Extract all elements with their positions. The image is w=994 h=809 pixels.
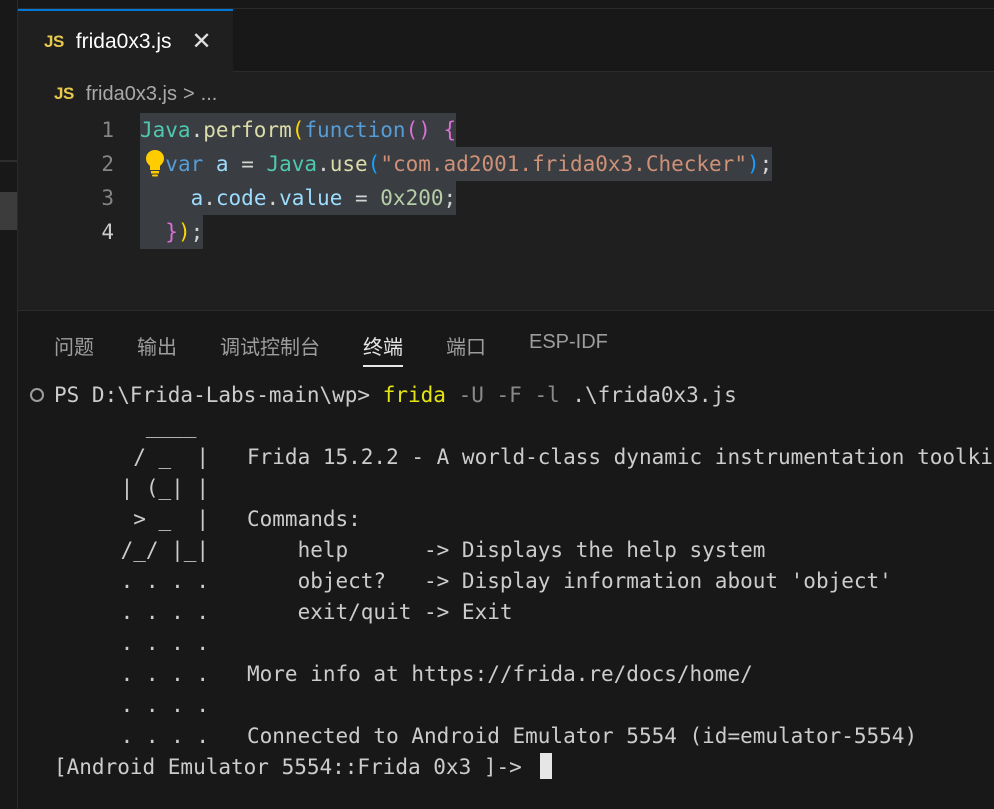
tab-bar-top: [18, 0, 994, 9]
terminal-repl-line[interactable]: [Android Emulator 5554::Frida 0x3 ]->: [54, 752, 553, 783]
breadcrumb-more[interactable]: ...: [201, 83, 218, 106]
tab-bar-empty: [233, 9, 994, 72]
command-status-icon[interactable]: [30, 388, 44, 402]
breadcrumb-file[interactable]: frida0x3.js: [86, 83, 177, 106]
editor-tab-bar: JS frida0x3.js ✕: [18, 0, 994, 72]
tab-output[interactable]: 输出: [137, 331, 177, 365]
js-file-icon: JS: [44, 31, 64, 51]
tab-ports[interactable]: 端口: [446, 331, 486, 365]
terminal-output-line: | (_| |: [70, 476, 210, 500]
breadcrumb: JS frida0x3.js > ...: [54, 80, 217, 108]
terminal-output-line: / _ | Frida 15.2.2 - A world-class dynam…: [70, 445, 994, 469]
terminal-output-line: . . . .: [70, 631, 210, 655]
line-number: 4: [101, 220, 114, 244]
repl-prompt: [Android Emulator 5554::Frida 0x3 ]->: [54, 755, 535, 779]
terminal-output-line: . . . . exit/quit -> Exit: [70, 600, 513, 624]
line-number: 2: [101, 152, 114, 176]
code-editor[interactable]: 1 Java.perform(function() { 2 var a = Ja…: [18, 112, 994, 310]
js-file-icon: JS: [54, 84, 74, 103]
code-content: var a = Java.use("com.ad2001.frida0x3.Ch…: [140, 147, 773, 181]
chevron-right-icon: >: [182, 82, 195, 105]
tab-debug-console[interactable]: 调试控制台: [220, 331, 320, 365]
terminal-output-line: /_/ |_| help -> Displays the help system: [70, 538, 766, 562]
panel-tabs: 问题 输出 调试控制台 终端 端口 ESP-IDF: [54, 331, 651, 367]
bottom-panel: 问题 输出 调试控制台 终端 端口 ESP-IDF PS D:\Frida-La…: [18, 310, 994, 809]
terminal-output-line: . . . . object? -> Display information a…: [70, 569, 892, 593]
lightbulb-icon[interactable]: [143, 148, 167, 178]
terminal-output-line: ____: [70, 414, 197, 438]
editor-tab-frida0x3[interactable]: JS frida0x3.js ✕: [18, 9, 233, 72]
code-content: });: [140, 215, 204, 249]
tab-filename: frida0x3.js: [75, 29, 172, 53]
tab-esp-idf[interactable]: ESP-IDF: [529, 331, 608, 365]
close-icon[interactable]: ✕: [192, 29, 212, 54]
line-number: 3: [101, 186, 114, 210]
code-content: Java.perform(function() {: [140, 113, 457, 147]
activity-strip-divider: [0, 160, 17, 162]
terminal-output-line: . . . .: [70, 693, 210, 717]
activity-strip-indicator[interactable]: [0, 192, 17, 230]
terminal-output-line: . . . . Connected to Android Emulator 55…: [70, 724, 918, 748]
terminal-cursor: [540, 753, 553, 779]
terminal[interactable]: PS D:\Frida-Labs-main\wp> frida -U -F -l…: [18, 369, 994, 809]
terminal-output-line: > _ | Commands:: [70, 507, 361, 531]
tab-terminal[interactable]: 终端: [363, 331, 403, 367]
line-number: 1: [101, 118, 114, 142]
terminal-output-line: . . . . More info at https://frida.re/do…: [70, 662, 753, 686]
tab-problems[interactable]: 问题: [54, 331, 94, 365]
terminal-command-line: PS D:\Frida-Labs-main\wp> frida -U -F -l…: [54, 383, 737, 407]
activity-strip: [0, 0, 18, 809]
code-content: a.code.value = 0x200;: [140, 181, 457, 215]
